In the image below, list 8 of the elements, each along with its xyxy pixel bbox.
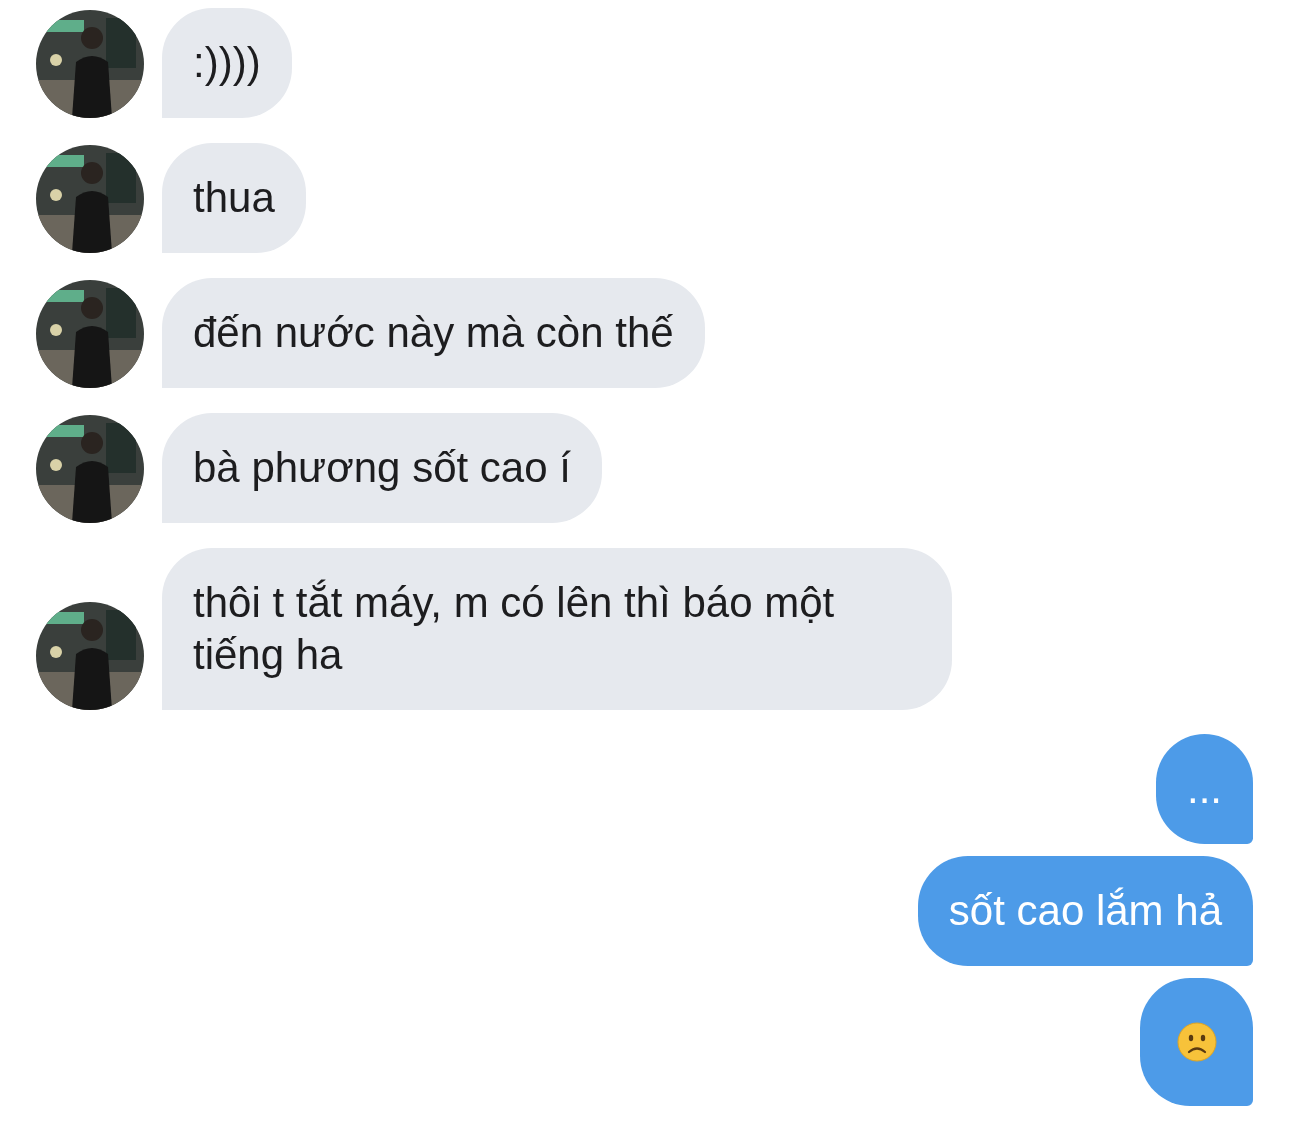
message-bubble: :)))) xyxy=(162,8,292,118)
sad-face-icon xyxy=(1176,1022,1217,1062)
message-bubble: ... xyxy=(1156,734,1253,844)
message-bubble: đến nước này mà còn thế xyxy=(162,278,705,388)
message-bubble: thua xyxy=(162,143,306,253)
message-bubble: sốt cao lắm hả xyxy=(917,856,1253,966)
message-bubble: thôi t tắt máy, m có lên thì báo một tiếng ha xyxy=(162,548,952,710)
message-bubble: bà phương sốt cao í xyxy=(162,413,602,523)
